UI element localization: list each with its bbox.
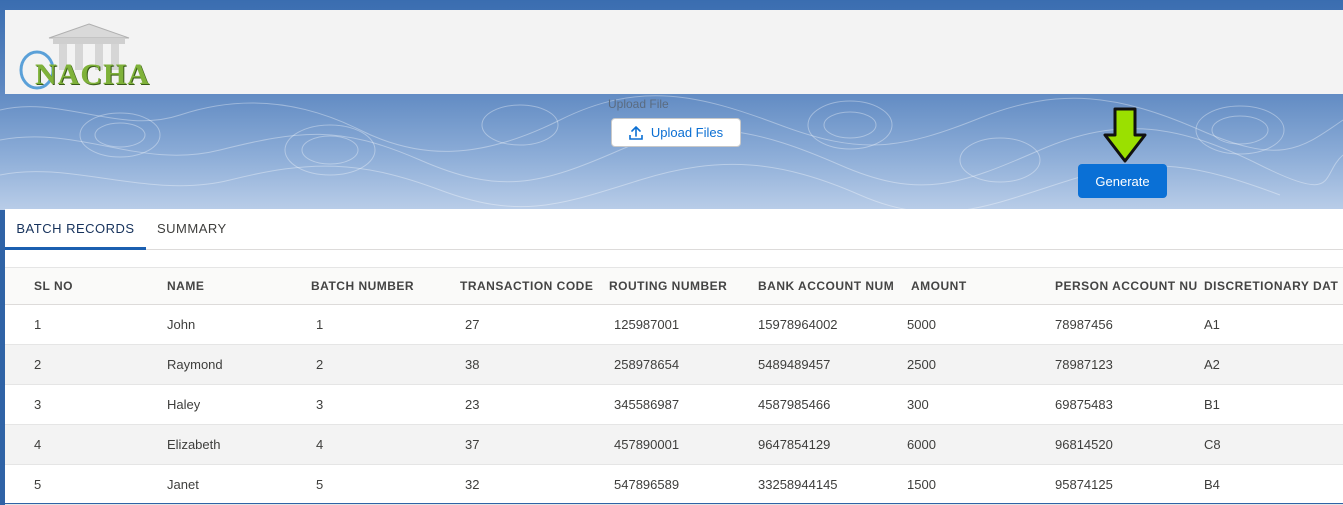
cell-routing-number: 125987001 (614, 317, 680, 332)
table-header: SL NO NAME BATCH NUMBER TRANSACTION CODE… (5, 267, 1343, 305)
table-row: 1 John 1 27 125987001 15978964002 5000 7… (5, 305, 1343, 345)
cell-batch-number: 4 (316, 437, 324, 452)
cell-sl-no: 5 (34, 477, 42, 492)
upload-file-label: Upload File (608, 97, 669, 111)
column-header-person-account-number[interactable]: PERSON ACCOUNT NU (1055, 268, 1201, 304)
cell-sl-no: 4 (34, 437, 42, 452)
cell-name: Raymond (167, 357, 223, 372)
cell-amount: 5000 (907, 317, 936, 332)
cell-routing-number: 258978654 (614, 357, 680, 372)
batch-records-table: SL NO NAME BATCH NUMBER TRANSACTION CODE… (5, 267, 1343, 505)
cell-name: Haley (167, 397, 201, 412)
cell-bank-account-number: 5489489457 (758, 357, 831, 372)
column-header-sl-no[interactable]: SL NO (34, 268, 154, 304)
nacha-logo: NACHA (17, 20, 167, 91)
cell-amount: 6000 (907, 437, 936, 452)
tab-summary[interactable]: SUMMARY (157, 209, 227, 249)
column-header-name[interactable]: NAME (167, 268, 297, 304)
cell-person-account-number: 69875483 (1055, 397, 1113, 412)
app-header: NACHA (5, 10, 1343, 94)
tab-batch-records[interactable]: BATCH RECORDS (5, 209, 146, 250)
cell-routing-number: 457890001 (614, 437, 680, 452)
cell-batch-number: 1 (316, 317, 324, 332)
cell-batch-number: 5 (316, 477, 324, 492)
cell-routing-number: 345586987 (614, 397, 680, 412)
cell-person-account-number: 96814520 (1055, 437, 1113, 452)
tab-bar: BATCH RECORDS SUMMARY (5, 209, 1343, 250)
logo-text: NACHA (35, 58, 150, 91)
cell-person-account-number: 78987123 (1055, 357, 1113, 372)
column-header-batch-number[interactable]: BATCH NUMBER (311, 268, 451, 304)
cell-discretionary-data: B4 (1204, 477, 1220, 492)
records-panel: BATCH RECORDS SUMMARY SL NO NAME BATCH N… (5, 209, 1343, 505)
cell-person-account-number: 78987456 (1055, 317, 1113, 332)
cell-name: Janet (167, 477, 199, 492)
cell-sl-no: 1 (34, 317, 42, 332)
upload-icon (629, 125, 643, 140)
column-header-transaction-code[interactable]: TRANSACTION CODE (460, 268, 600, 304)
table-row: 4 Elizabeth 4 37 457890001 9647854129 60… (5, 425, 1343, 465)
table-row: 3 Haley 3 23 345586987 4587985466 300 69… (5, 385, 1343, 425)
cell-batch-number: 2 (316, 357, 324, 372)
cell-batch-number: 3 (316, 397, 324, 412)
cell-amount: 300 (907, 397, 929, 412)
cell-transaction-code: 23 (465, 397, 480, 412)
upload-files-button[interactable]: Upload Files (611, 118, 741, 147)
down-arrow-icon (1103, 107, 1147, 163)
cell-discretionary-data: B1 (1204, 397, 1220, 412)
cell-name: Elizabeth (167, 437, 221, 452)
cell-bank-account-number: 33258944145 (758, 477, 838, 492)
table-row: 5 Janet 5 32 547896589 33258944145 1500 … (5, 465, 1343, 505)
cell-transaction-code: 32 (465, 477, 480, 492)
cell-amount: 1500 (907, 477, 936, 492)
cell-transaction-code: 38 (465, 357, 480, 372)
cell-name: John (167, 317, 196, 332)
column-header-amount[interactable]: AMOUNT (911, 268, 1051, 304)
cell-bank-account-number: 15978964002 (758, 317, 838, 332)
upload-files-label: Upload Files (650, 125, 724, 140)
column-header-discretionary-data[interactable]: DISCRETIONARY DAT (1204, 268, 1343, 304)
cell-routing-number: 547896589 (614, 477, 680, 492)
cell-transaction-code: 37 (465, 437, 480, 452)
cell-amount: 2500 (907, 357, 936, 372)
cell-bank-account-number: 9647854129 (758, 437, 831, 452)
cell-discretionary-data: A2 (1204, 357, 1220, 372)
cell-discretionary-data: C8 (1204, 437, 1221, 452)
cell-sl-no: 2 (34, 357, 42, 372)
generate-button[interactable]: Generate (1078, 164, 1167, 198)
cell-bank-account-number: 4587985466 (758, 397, 831, 412)
cell-person-account-number: 95874125 (1055, 477, 1113, 492)
column-header-bank-account-number[interactable]: BANK ACCOUNT NUM (758, 268, 900, 304)
table-row: 2 Raymond 2 38 258978654 5489489457 2500… (5, 345, 1343, 385)
cell-sl-no: 3 (34, 397, 42, 412)
column-header-routing-number[interactable]: ROUTING NUMBER (609, 268, 749, 304)
cell-discretionary-data: A1 (1204, 317, 1220, 332)
cell-transaction-code: 27 (465, 317, 480, 332)
